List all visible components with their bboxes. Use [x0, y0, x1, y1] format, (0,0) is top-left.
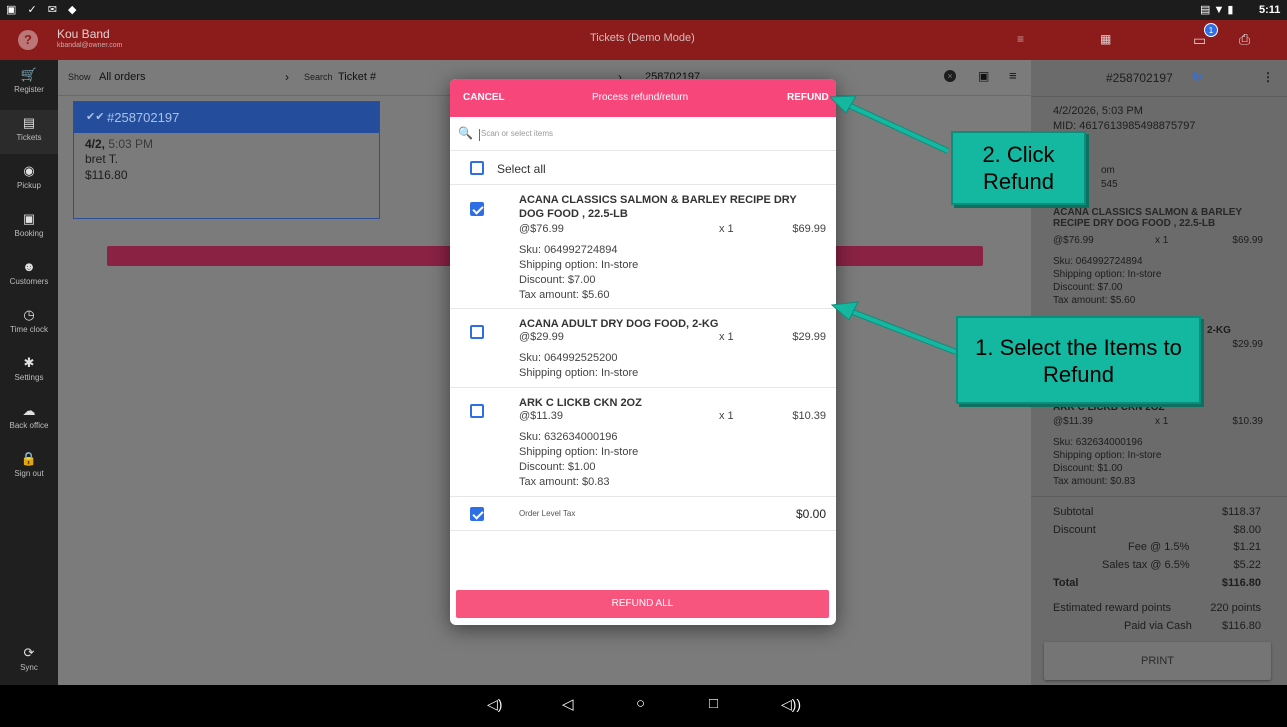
arrow-to-refund	[845, 102, 949, 153]
callout-step-1: 1. Select the Items to Refund	[956, 316, 1201, 404]
callout-step-2: 2. Click Refund	[951, 131, 1086, 205]
arrow-to-items	[849, 309, 957, 354]
